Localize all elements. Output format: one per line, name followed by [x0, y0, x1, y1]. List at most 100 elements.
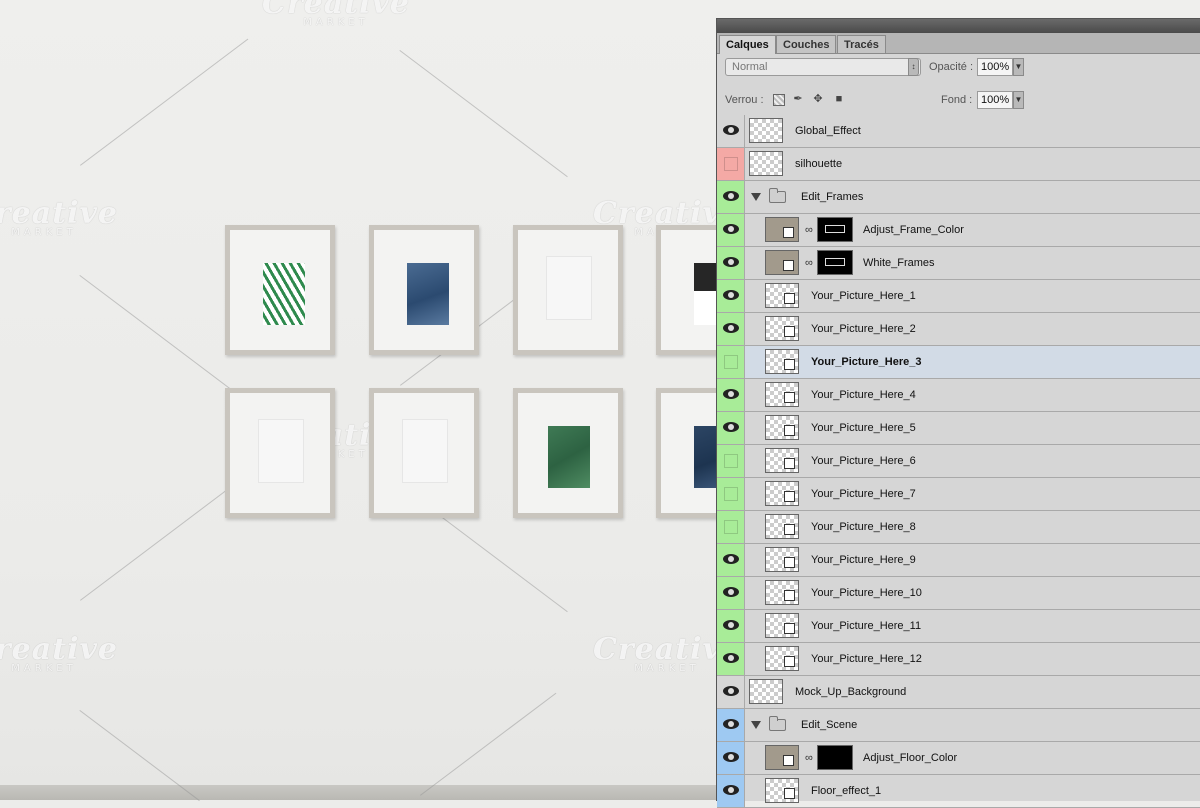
layer-row[interactable]: Your_Picture_Here_7 [717, 478, 1200, 511]
link-chain-icon[interactable]: ∞ [805, 751, 813, 765]
visibility-toggle[interactable] [717, 148, 745, 180]
layer-row[interactable]: Your_Picture_Here_8 [717, 511, 1200, 544]
fill-dropdown-icon[interactable]: ▼ [1013, 91, 1024, 109]
layer-row[interactable]: Your_Picture_Here_11 [717, 610, 1200, 643]
tab-couches[interactable]: Couches [776, 35, 837, 53]
visibility-eye-icon[interactable] [717, 775, 745, 807]
layer-row[interactable]: Your_Picture_Here_2 [717, 313, 1200, 346]
lock-row: Verrou : ✒ ✥ ■ Fond : 100% ▼ [717, 86, 1200, 114]
lock-all-icon[interactable]: ■ [833, 93, 845, 105]
layer-row[interactable]: Your_Picture_Here_5 [717, 412, 1200, 445]
tab-traces[interactable]: Tracés [837, 35, 886, 53]
layer-thumbnail [765, 316, 799, 341]
visibility-eye-icon[interactable] [717, 181, 745, 213]
picture-frame [225, 225, 335, 355]
layer-name: Floor_effect_1 [811, 785, 882, 797]
visibility-eye-icon[interactable] [717, 214, 745, 246]
layer-row[interactable]: Your_Picture_Here_3 [717, 346, 1200, 379]
opacity-label: Opacité : [929, 61, 974, 73]
layer-row[interactable]: Floor_effect_1 [717, 775, 1200, 808]
layer-row[interactable]: Global_Effect [717, 115, 1200, 148]
visibility-eye-icon[interactable] [717, 544, 745, 576]
eye-icon [723, 191, 739, 201]
layer-thumbnail [765, 580, 799, 605]
layers-panel: Calques Couches Tracés Normal ↕ Opacité … [716, 18, 1200, 808]
visibility-eye-icon[interactable] [717, 412, 745, 444]
layer-thumbnail [765, 778, 799, 803]
layer-thumbnail [765, 514, 799, 539]
layer-row[interactable]: ∞ Adjust_Floor_Color [717, 742, 1200, 775]
layer-name: Mock_Up_Background [795, 686, 907, 698]
lock-transparent-icon[interactable] [773, 94, 785, 106]
layer-name: Your_Picture_Here_9 [811, 554, 916, 566]
eye-icon [723, 752, 739, 762]
layer-row[interactable]: ∞ White_Frames [717, 247, 1200, 280]
layer-name: Your_Picture_Here_4 [811, 389, 916, 401]
layer-row[interactable]: Your_Picture_Here_9 [717, 544, 1200, 577]
opacity-dropdown-icon[interactable]: ▼ [1013, 58, 1024, 76]
layer-mask-thumbnail[interactable] [817, 217, 853, 242]
panel-title-bar[interactable] [717, 19, 1200, 33]
picture-frame [369, 225, 479, 355]
picture-frame [513, 225, 623, 355]
eye-icon [723, 719, 739, 729]
visibility-eye-icon[interactable] [717, 379, 745, 411]
layer-row[interactable]: Your_Picture_Here_4 [717, 379, 1200, 412]
layer-name: Your_Picture_Here_11 [811, 620, 922, 632]
eye-icon [723, 785, 739, 795]
visibility-eye-icon[interactable] [717, 643, 745, 675]
eye-icon [723, 653, 739, 663]
layer-thumbnail [765, 217, 799, 242]
layer-row[interactable]: Your_Picture_Here_10 [717, 577, 1200, 610]
visibility-eye-icon[interactable] [717, 247, 745, 279]
lock-paint-icon[interactable]: ✒ [792, 93, 804, 105]
layer-name: Global_Effect [795, 125, 861, 137]
link-chain-icon[interactable]: ∞ [805, 256, 813, 270]
visibility-eye-icon[interactable] [717, 577, 745, 609]
eye-icon [723, 257, 739, 267]
expand-triangle-icon[interactable] [751, 193, 761, 201]
visibility-eye-icon[interactable] [717, 709, 745, 741]
empty-mat [258, 419, 304, 483]
blend-mode-arrows-icon[interactable]: ↕ [908, 58, 919, 76]
layer-name: Edit_Scene [801, 719, 858, 731]
watermark-line [79, 275, 248, 403]
visibility-eye-icon[interactable] [717, 610, 745, 642]
visibility-toggle[interactable] [717, 478, 745, 510]
visibility-toggle[interactable] [717, 445, 745, 477]
eye-icon [723, 554, 739, 564]
opacity-input[interactable]: 100% [977, 58, 1013, 76]
visibility-eye-icon[interactable] [717, 280, 745, 312]
visibility-eye-icon[interactable] [717, 676, 745, 708]
mask-shape [825, 258, 845, 266]
visibility-eye-icon[interactable] [717, 313, 745, 345]
mask-shape [825, 225, 845, 233]
expand-triangle-icon[interactable] [751, 721, 761, 729]
layer-row[interactable]: Mock_Up_Background [717, 676, 1200, 709]
layer-row[interactable]: Your_Picture_Here_6 [717, 445, 1200, 478]
watermark: CreativeMARKET [0, 632, 118, 674]
layer-mask-thumbnail[interactable] [817, 745, 853, 770]
layer-name: Adjust_Frame_Color [863, 224, 964, 236]
visibility-eye-icon[interactable] [717, 115, 745, 147]
layer-name: Your_Picture_Here_7 [811, 488, 916, 500]
lock-move-icon[interactable]: ✥ [812, 93, 824, 105]
layer-group[interactable]: Edit_Frames [717, 181, 1200, 214]
layer-thumbnail [765, 547, 799, 572]
layer-row[interactable]: silhouette [717, 148, 1200, 181]
tab-calques[interactable]: Calques [719, 35, 776, 54]
visibility-toggle[interactable] [717, 346, 745, 378]
watermark: CreativeMARKET [0, 196, 118, 238]
link-chain-icon[interactable]: ∞ [805, 223, 813, 237]
layer-row[interactable]: Your_Picture_Here_1 [717, 280, 1200, 313]
layer-row[interactable]: ∞ Adjust_Frame_Color [717, 214, 1200, 247]
fill-input[interactable]: 100% [977, 91, 1013, 109]
layer-row[interactable]: Your_Picture_Here_12 [717, 643, 1200, 676]
layer-group[interactable]: Edit_Scene [717, 709, 1200, 742]
artwork-blue [407, 263, 449, 325]
blend-mode-select[interactable]: Normal [725, 58, 921, 76]
layer-mask-thumbnail[interactable] [817, 250, 853, 275]
visibility-toggle[interactable] [717, 511, 745, 543]
empty-mat [402, 419, 448, 483]
visibility-eye-icon[interactable] [717, 742, 745, 774]
